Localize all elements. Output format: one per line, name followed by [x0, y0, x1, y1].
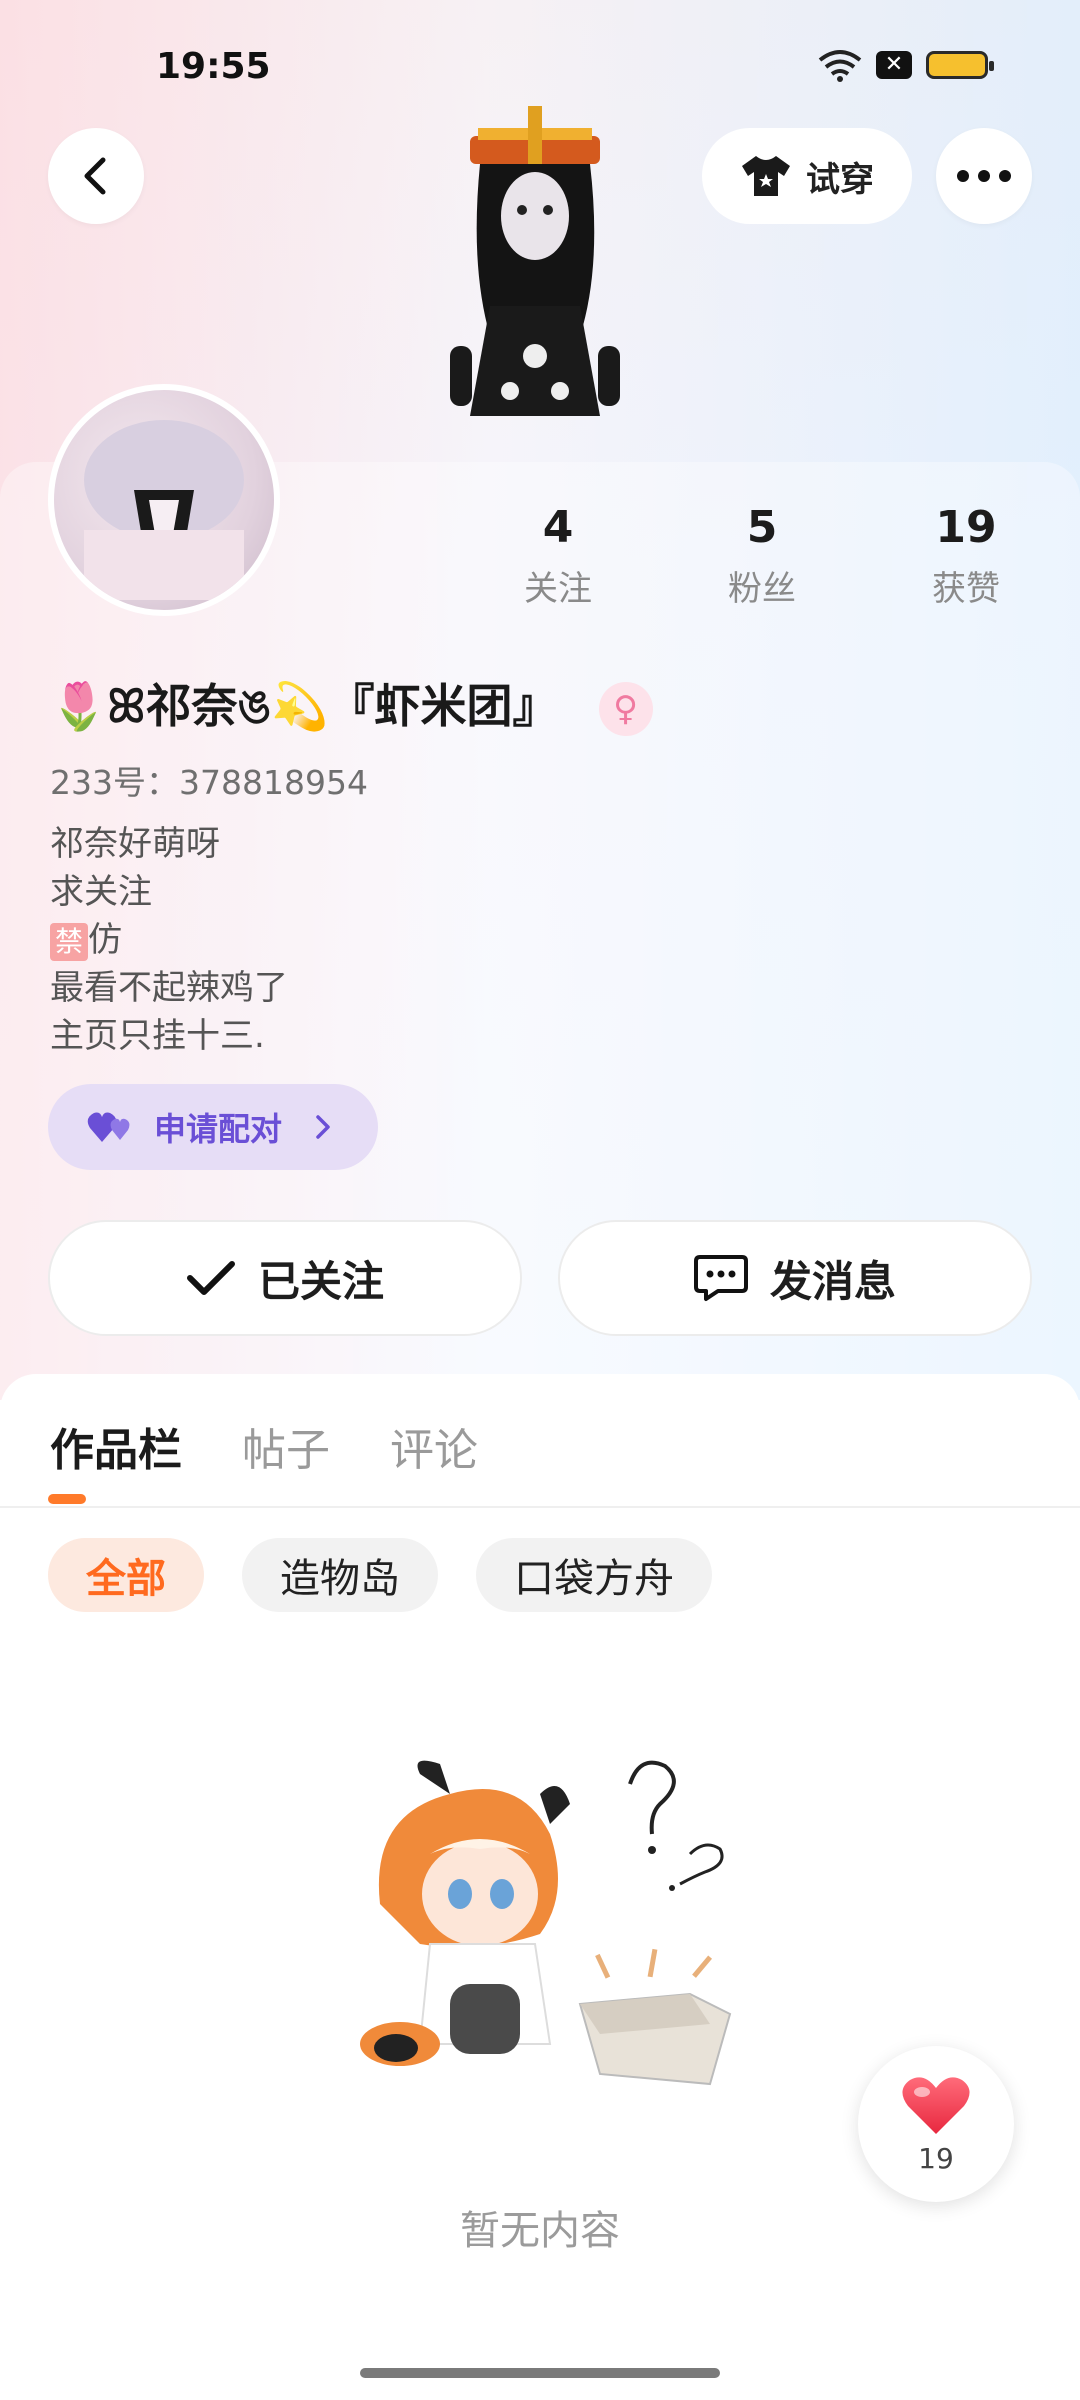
empty-state-illustration	[360, 1760, 732, 2086]
stat-likes-label: 获赞	[932, 569, 1000, 609]
chevron-left-icon	[84, 157, 106, 195]
chat-bubble-icon	[693, 1255, 748, 1301]
followed-button[interactable]: 已关注	[48, 1220, 522, 1336]
send-message-button[interactable]: 发消息	[558, 1220, 1032, 1336]
status-icons: ✕	[818, 48, 994, 82]
send-message-label: 发消息	[769, 1256, 896, 1306]
battery-icon	[926, 51, 994, 79]
bio: 祁奈好萌呀 求关注 禁仿 最看不起辣鸡了 主页只挂十三.	[50, 820, 288, 1060]
works-panel: 作品栏 帖子 评论 全部 造物岛 口袋方舟 暂无内容	[0, 1374, 1080, 2400]
tshirt-icon	[742, 156, 790, 196]
stat-likes[interactable]: 19 获赞	[906, 502, 1026, 610]
active-tab-indicator	[48, 1494, 86, 1504]
tab-works[interactable]: 作品栏	[50, 1414, 182, 1478]
home-indicator[interactable]	[360, 2368, 720, 2378]
avatar-image	[84, 420, 244, 600]
user-id[interactable]: 233号：378818954	[50, 756, 368, 804]
chevron-right-icon	[316, 1115, 330, 1139]
try-on-button[interactable]: 试穿	[702, 128, 912, 224]
like-button[interactable]: 19	[858, 2046, 1014, 2202]
chip-all[interactable]: 全部	[48, 1538, 204, 1612]
tab-comments[interactable]: 评论	[390, 1414, 478, 1478]
hearts-icon	[87, 1112, 130, 1142]
more-button[interactable]	[936, 128, 1032, 224]
checkmark-icon	[186, 1261, 235, 1295]
request-pair-button[interactable]: 申请配对	[48, 1084, 378, 1170]
tab-posts[interactable]: 帖子	[242, 1414, 330, 1478]
filter-chips: 全部 造物岛 口袋方舟	[48, 1538, 712, 1612]
stat-followers[interactable]: 5 粉丝	[702, 502, 822, 610]
wifi-icon	[818, 50, 862, 82]
stat-following[interactable]: 4 关注	[498, 502, 618, 610]
ban-tag: 禁	[50, 922, 88, 961]
stat-likes-count: 19	[935, 502, 997, 553]
request-pair-label: 申请配对	[154, 1110, 283, 1148]
stat-following-label: 关注	[524, 569, 592, 609]
followed-label: 已关注	[257, 1256, 384, 1306]
stat-following-count: 4	[542, 502, 574, 553]
back-button[interactable]	[48, 128, 144, 224]
heart-icon	[902, 2076, 970, 2134]
bio-line: 最看不起辣鸡了	[50, 968, 288, 1008]
stat-followers-label: 粉丝	[728, 569, 796, 609]
bio-line: 禁仿	[50, 916, 288, 964]
bio-line-text: 仿	[88, 920, 122, 960]
profile-name: 🌷ꕤ祁奈ঙ💫『虾米团』	[50, 679, 559, 733]
character-figure[interactable]	[430, 106, 640, 466]
status-time: 19:55	[156, 46, 271, 87]
profile-name-row: 🌷ꕤ祁奈ঙ💫『虾米团』 ♀	[50, 670, 653, 748]
stat-followers-count: 5	[746, 502, 778, 553]
empty-state-text: 暂无内容	[460, 2208, 620, 2254]
try-on-label: 试穿	[806, 159, 874, 200]
bio-line: 主页只挂十三.	[50, 1016, 265, 1056]
female-gender-icon: ♀	[598, 682, 653, 736]
chip-creation-island[interactable]: 造物岛	[242, 1538, 438, 1612]
more-dots-icon	[957, 170, 1011, 182]
notification-icon: ✕	[876, 51, 912, 79]
chip-pocket-ark[interactable]: 口袋方舟	[476, 1538, 712, 1612]
bio-line: 祁奈好萌呀	[50, 824, 220, 864]
like-count: 19	[918, 2141, 954, 2175]
profile-tabs: 作品栏 帖子 评论	[50, 1414, 478, 1478]
avatar[interactable]	[48, 384, 280, 616]
tab-divider	[0, 1506, 1080, 1508]
bio-line: 求关注	[50, 872, 152, 912]
